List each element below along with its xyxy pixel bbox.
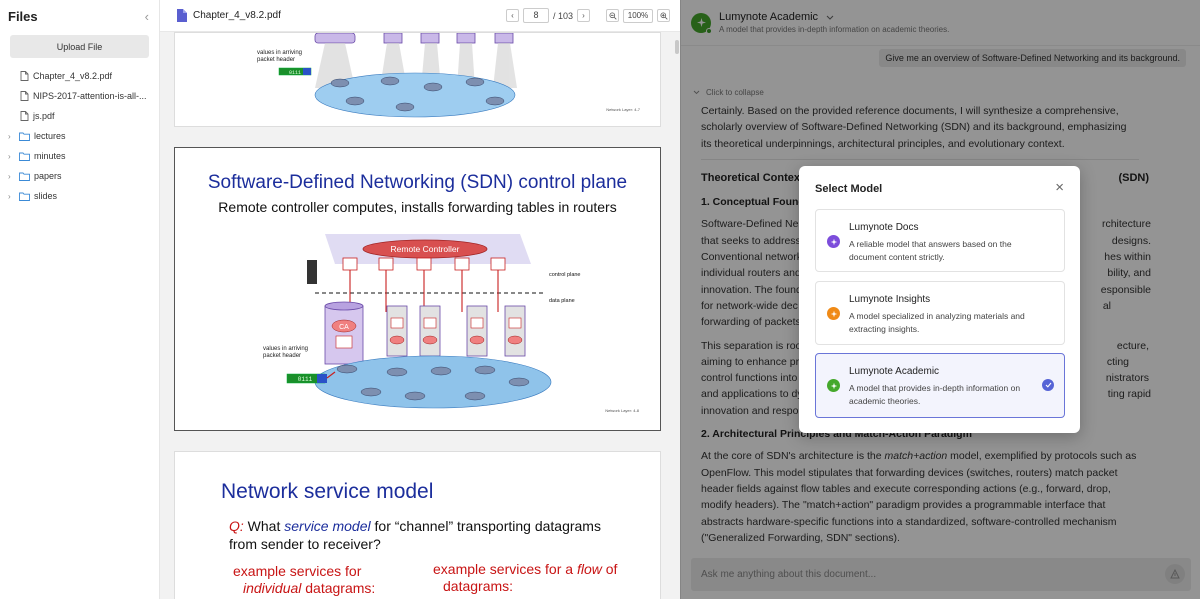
dialog-title: Select Model — [815, 183, 883, 195]
slide-footer: Network Layer: 4-7 — [606, 107, 641, 112]
arriving-label: values in arriving — [257, 50, 302, 56]
zoom-in-button[interactable] — [657, 9, 670, 22]
file-item[interactable]: Chapter_4_v8.2.pdf — [0, 66, 159, 86]
folder-item-slides[interactable]: › slides — [0, 186, 159, 206]
folder-label: papers — [34, 171, 62, 181]
scrollbar-thumb[interactable] — [675, 40, 679, 54]
header-label: packet header — [263, 353, 301, 359]
control-plane-label: control plane — [549, 272, 581, 278]
model-option-description: A model specialized in analyzing materia… — [849, 311, 1025, 334]
network-diagram: 0111 values in arriving packet header Ne… — [257, 33, 641, 118]
model-option-docs[interactable]: Lumynote Docs A reliable model that answ… — [815, 209, 1065, 272]
slide-title: Network service model — [221, 480, 434, 503]
folder-icon — [19, 192, 30, 201]
zoom-in-icon — [659, 11, 668, 20]
page-number-input[interactable]: 8 — [522, 8, 549, 23]
sidebar-title: Files — [8, 8, 38, 24]
left-services: example services for individual datagram… — [233, 563, 376, 596]
model-option-description: A model that provides in-depth informati… — [849, 383, 1021, 406]
pager: ‹ 8 / 103 › 100% — [505, 8, 670, 23]
file-label: Chapter_4_v8.2.pdf — [33, 71, 113, 81]
pdf-file-icon — [177, 9, 187, 22]
slide-question: Q: What service model for “channel” tran… — [229, 518, 601, 552]
pdf-page-current: Software-Defined Networking (SDN) contro… — [174, 147, 661, 431]
header-label: packet header — [257, 57, 295, 63]
check-icon — [1042, 379, 1054, 391]
sdn-diagram: Remote Controller control plane data pla… — [263, 234, 640, 413]
zoom-level[interactable]: 100% — [623, 8, 653, 23]
header-bits-label: 0111 — [298, 376, 313, 383]
folder-icon — [19, 132, 30, 141]
chevron-right-icon[interactable]: › — [8, 192, 19, 201]
folder-label: slides — [34, 191, 58, 201]
model-option-insights[interactable]: Lumynote Insights A model specialized in… — [815, 281, 1065, 345]
upload-file-button[interactable]: Upload File — [10, 35, 149, 58]
page-total: / 103 — [552, 10, 573, 21]
model-option-academic[interactable]: Lumynote Academic A model that provides … — [815, 353, 1065, 418]
folder-label: minutes — [34, 151, 66, 161]
zoom-out-button[interactable] — [606, 9, 619, 22]
folder-icon — [19, 172, 30, 181]
next-page-button[interactable]: › — [577, 9, 590, 22]
file-label: NIPS-2017-attention-is-all-... — [33, 91, 147, 101]
file-icon — [20, 71, 29, 81]
header-bits-label: 0111 — [289, 70, 301, 76]
sidebar-header: Files ‹ — [0, 0, 159, 32]
slide-title: Software-Defined Networking (SDN) contro… — [207, 172, 628, 193]
slide-subtitle: Remote controller computes, installs for… — [218, 199, 617, 215]
slide-footer: Network Layer: 4-8 — [605, 408, 640, 413]
folder-item-lectures[interactable]: › lectures — [0, 126, 159, 146]
folder-label: lectures — [34, 131, 66, 141]
folder-item-papers[interactable]: › papers — [0, 166, 159, 186]
file-sidebar: Files ‹ Upload File Chapter_4_v8.2.pdf N… — [0, 0, 160, 599]
prev-page-button[interactable]: ‹ — [505, 9, 519, 22]
model-option-name: Lumynote Insights — [849, 294, 931, 305]
file-icon — [20, 111, 29, 121]
file-item[interactable]: NIPS-2017-attention-is-all-... — [0, 86, 159, 106]
folder-icon — [19, 152, 30, 161]
file-tree: Chapter_4_v8.2.pdf NIPS-2017-attention-i… — [0, 66, 159, 206]
sparkle-icon — [827, 379, 840, 392]
chevron-right-icon[interactable]: › — [8, 172, 19, 181]
model-option-name: Lumynote Academic — [849, 366, 940, 377]
sparkle-icon — [827, 307, 840, 320]
select-model-dialog: Select Model × Lumynote Docs A reliable … — [799, 166, 1080, 433]
file-item[interactable]: js.pdf — [0, 106, 159, 126]
chevron-right-icon[interactable]: › — [8, 152, 19, 161]
data-plane-label: data plane — [549, 298, 575, 304]
document-name: Chapter_4_v8.2.pdf — [193, 10, 281, 21]
remote-controller-label: Remote Controller — [391, 244, 460, 254]
right-services: example services for a flow of datagrams… — [433, 561, 618, 594]
viewer-toolbar: Chapter_4_v8.2.pdf ‹ 8 / 103 › 100% — [160, 0, 680, 32]
model-option-name: Lumynote Docs — [849, 222, 919, 233]
chevron-right-icon[interactable]: › — [8, 132, 19, 141]
pdf-page: 0111 values in arriving packet header Ne… — [174, 32, 661, 127]
close-icon[interactable]: × — [1055, 180, 1064, 195]
folder-item-minutes[interactable]: › minutes — [0, 146, 159, 166]
pdf-page: Network service model Q: What service mo… — [174, 451, 661, 599]
file-icon — [20, 91, 29, 101]
sparkle-icon — [827, 235, 840, 248]
arriving-label: values in arriving — [263, 346, 308, 352]
model-option-description: A reliable model that answers based on t… — [849, 239, 1012, 262]
pdf-viewer: 0111 values in arriving packet header Ne… — [160, 0, 680, 599]
file-label: js.pdf — [33, 111, 55, 121]
collapse-sidebar-icon[interactable]: ‹ — [145, 9, 149, 24]
ca-label: CA — [339, 324, 349, 331]
zoom-out-icon — [608, 11, 617, 20]
